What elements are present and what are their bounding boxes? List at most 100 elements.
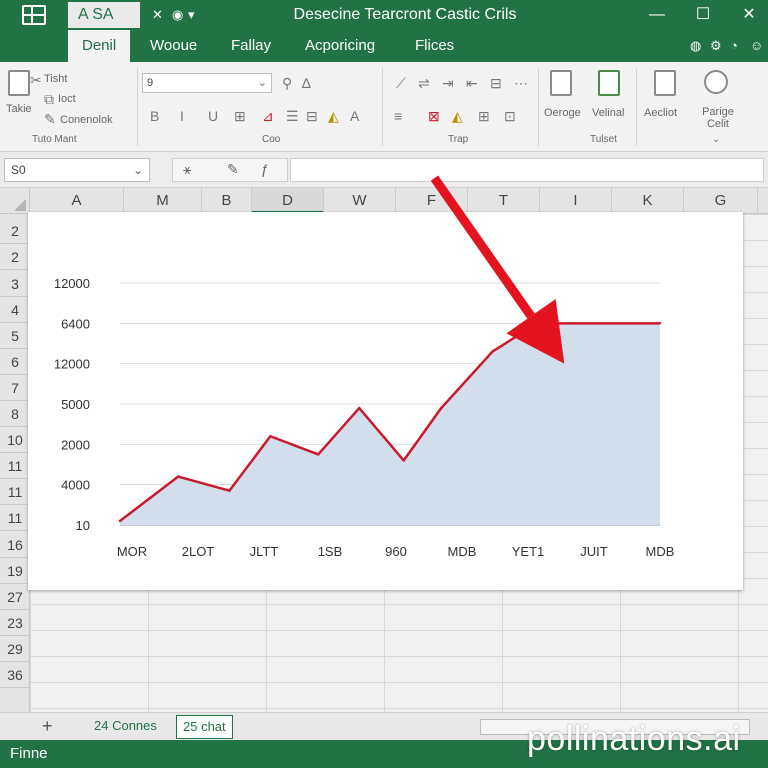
font-name-field[interactable]: 9 ⌄ bbox=[142, 73, 272, 93]
column-header-g[interactable]: G bbox=[684, 188, 758, 214]
wrap-text-icon[interactable]: ⇌ bbox=[418, 75, 430, 91]
row-header[interactable]: 36 bbox=[0, 662, 30, 688]
chevron-down-icon[interactable]: ⌄ bbox=[712, 132, 720, 148]
column-header-m[interactable]: M bbox=[124, 188, 202, 214]
row-header[interactable]: 5 bbox=[0, 323, 30, 349]
ribbon-separator bbox=[636, 68, 637, 146]
dropdown-icon[interactable]: ▾ bbox=[188, 5, 195, 25]
merge-center-icon[interactable]: ⊟ bbox=[490, 75, 502, 91]
column-header-w[interactable]: W bbox=[324, 188, 396, 214]
insert-icon[interactable] bbox=[654, 70, 676, 96]
user-icon[interactable] bbox=[704, 70, 728, 94]
align-left-icon[interactable]: ≡ bbox=[394, 108, 402, 124]
cut-icon[interactable]: ✂ bbox=[30, 72, 42, 88]
tab-acporicing[interactable]: Acporicing bbox=[305, 30, 375, 62]
fx-icon[interactable]: ƒ bbox=[261, 161, 269, 177]
row-header[interactable]: 29 bbox=[0, 636, 30, 662]
add-sheet-icon[interactable]: + bbox=[42, 716, 53, 736]
chart-object[interactable]: 12000 6400 12000 5000 2000 4000 10 MOR 2LOT JLTT 1… bbox=[28, 212, 743, 590]
row-header[interactable]: 23 bbox=[0, 610, 30, 636]
format-table-icon[interactable] bbox=[598, 70, 620, 96]
font-size-up-icon[interactable]: ⚲ bbox=[282, 75, 292, 91]
column-header-f[interactable]: F bbox=[396, 188, 468, 214]
row-header[interactable]: 11 bbox=[0, 505, 30, 531]
column-header-t[interactable]: T bbox=[468, 188, 540, 214]
settings-icon[interactable]: ⚙ bbox=[710, 38, 722, 54]
clipboard-item-3[interactable]: Conenolok bbox=[60, 113, 113, 127]
column-header-k[interactable]: K bbox=[612, 188, 684, 214]
row-header[interactable]: 11 bbox=[0, 453, 30, 479]
clipboard-item-1[interactable]: Tisht bbox=[44, 72, 67, 86]
undo-icon[interactable]: ◉ bbox=[172, 5, 183, 25]
fill-color-icon[interactable]: ⊿ bbox=[262, 108, 274, 124]
help-icon[interactable]: ◔ bbox=[730, 38, 738, 54]
row-header[interactable]: 16 bbox=[0, 532, 30, 558]
more-icon[interactable]: ⋯ bbox=[514, 75, 528, 91]
select-all-corner[interactable] bbox=[0, 188, 30, 214]
indent-icon[interactable]: ⇥ bbox=[442, 75, 454, 91]
cells-button-2[interactable]: Parige Celit bbox=[698, 106, 738, 130]
font-group-label: Coo bbox=[262, 134, 281, 145]
copy-icon[interactable]: ⧉ bbox=[44, 91, 54, 107]
highlight-icon[interactable]: ◭ bbox=[328, 108, 339, 124]
format-painter-icon[interactable]: ✎ bbox=[44, 111, 56, 127]
clipboard-item-2[interactable]: Ioct bbox=[58, 92, 76, 106]
font-color-icon[interactable]: A bbox=[350, 108, 359, 124]
row-header[interactable]: 8 bbox=[0, 401, 30, 427]
sheet-tab-2[interactable]: 25 chat bbox=[176, 715, 233, 739]
conditional-format-icon[interactable] bbox=[550, 70, 572, 96]
account-icon[interactable]: ☺ bbox=[750, 38, 763, 54]
minimize-button[interactable]: — bbox=[646, 4, 668, 26]
row-header[interactable]: 7 bbox=[0, 375, 30, 401]
pen-icon[interactable]: ✎ bbox=[227, 161, 239, 178]
row-header[interactable]: 19 bbox=[0, 558, 30, 584]
orientation-icon[interactable]: ⟋ bbox=[396, 75, 406, 91]
row-header[interactable]: 10 bbox=[0, 427, 30, 453]
name-box[interactable]: S0 ⌄ bbox=[4, 158, 150, 182]
column-header-i[interactable]: I bbox=[540, 188, 612, 214]
merge-icon[interactable]: ⊟ bbox=[306, 108, 318, 124]
row-header[interactable]: 27 bbox=[0, 584, 30, 610]
tab-fallay[interactable]: Fallay bbox=[231, 30, 271, 62]
row-header[interactable]: 4 bbox=[0, 297, 30, 323]
styles-button-2[interactable]: Velinal bbox=[592, 106, 624, 120]
conditional-icon[interactable]: ⊠ bbox=[428, 108, 440, 124]
tab-flices[interactable]: Flices bbox=[415, 30, 454, 62]
tab-wooue[interactable]: Wooue bbox=[150, 30, 197, 62]
border-icon[interactable]: ⊞ bbox=[234, 108, 246, 124]
row-headers: 2 2 3 4 5 6 7 8 10 11 11 11 16 19 27 23 29 36 bbox=[0, 214, 30, 712]
close-small-icon[interactable]: ✕ bbox=[152, 5, 163, 25]
row-header[interactable]: 2 bbox=[0, 218, 30, 244]
align-icon[interactable]: ☰ bbox=[286, 108, 299, 124]
data-point bbox=[269, 435, 272, 438]
row-header[interactable]: 6 bbox=[0, 349, 30, 375]
row-header[interactable]: 2 bbox=[0, 244, 30, 270]
share-icon[interactable]: ◍ bbox=[690, 38, 701, 54]
outdent-icon[interactable]: ⇤ bbox=[466, 75, 478, 91]
close-button[interactable]: ✕ bbox=[738, 4, 760, 26]
percent-icon[interactable]: ◭ bbox=[452, 108, 463, 124]
column-header-a[interactable]: A bbox=[30, 188, 124, 214]
watermark-text: pollinations.ai bbox=[527, 720, 741, 758]
formula-tools: ⚹ ✎ ƒ bbox=[172, 158, 288, 182]
insert-function-icon[interactable]: ⚹ bbox=[183, 161, 191, 178]
row-header[interactable]: 3 bbox=[0, 271, 30, 297]
row-header[interactable]: 11 bbox=[0, 479, 30, 505]
sheet-tab-1[interactable]: 24 Connes bbox=[88, 715, 163, 739]
data-point bbox=[402, 459, 405, 462]
number-format-icon[interactable]: ⊞ bbox=[478, 108, 490, 124]
column-header-b[interactable]: B bbox=[202, 188, 252, 214]
comma-icon[interactable]: ⊡ bbox=[504, 108, 516, 124]
paste-icon[interactable] bbox=[8, 70, 30, 96]
font-color-small-icon[interactable]: ∆ bbox=[302, 75, 311, 91]
cells-button-1[interactable]: Aecliot bbox=[644, 106, 677, 120]
underline-icon[interactable]: U bbox=[208, 108, 218, 124]
tab-denil[interactable]: Denil bbox=[68, 30, 131, 62]
column-header-d[interactable]: D bbox=[252, 188, 324, 214]
formula-input[interactable] bbox=[290, 158, 764, 182]
maximize-button[interactable]: ☐ bbox=[692, 4, 714, 26]
italic-icon[interactable]: I bbox=[180, 108, 184, 124]
styles-button-1[interactable]: Oeroge bbox=[544, 106, 581, 120]
quick-access-toolbar[interactable]: A SA bbox=[68, 2, 140, 28]
bold-icon[interactable]: B bbox=[150, 108, 159, 124]
